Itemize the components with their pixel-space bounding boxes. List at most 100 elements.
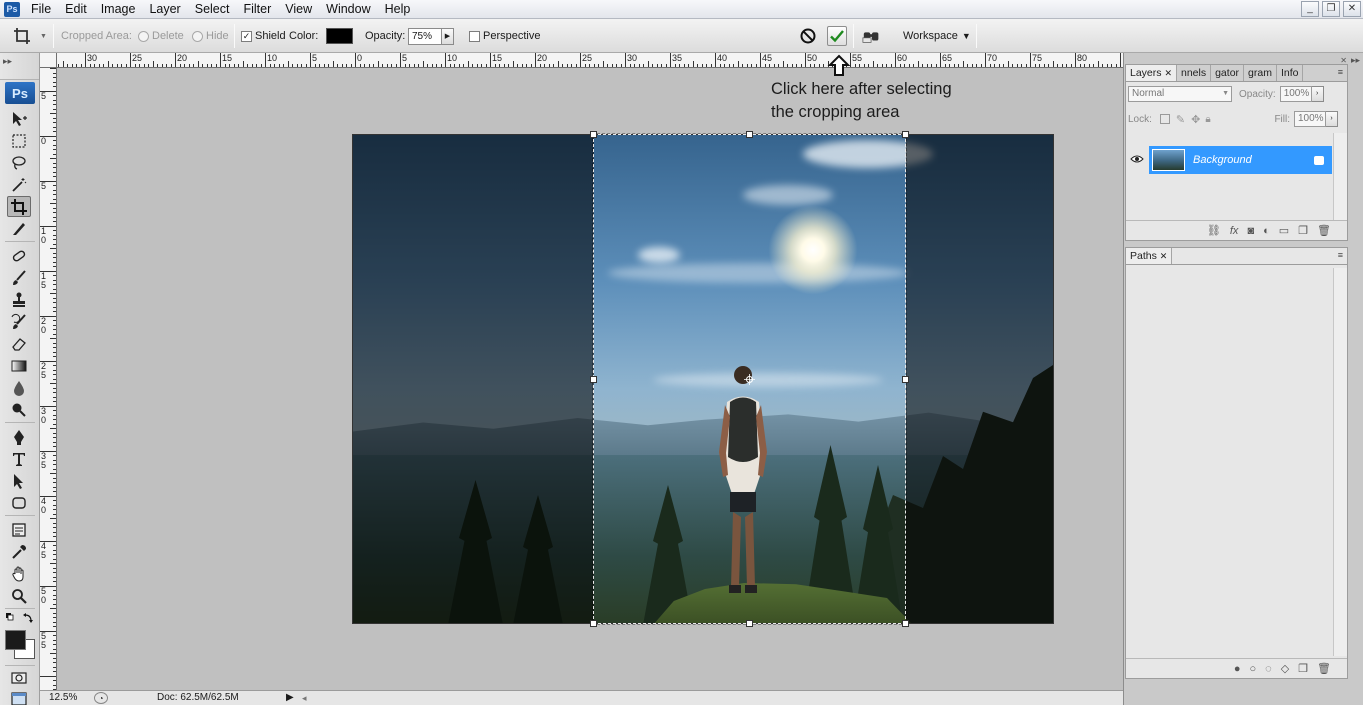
magic-wand-tool[interactable]: [7, 174, 31, 195]
screen-mode-button[interactable]: [7, 688, 31, 705]
workspace-menu[interactable]: Workspace ▼: [903, 19, 971, 53]
marquee-tool[interactable]: [7, 130, 31, 151]
crop-handle-top-left[interactable]: [590, 131, 597, 138]
clone-stamp-tool[interactable]: [7, 289, 31, 310]
move-tool[interactable]: [7, 108, 31, 129]
make-work-path-icon[interactable]: ◇: [1281, 662, 1289, 675]
trash-icon[interactable]: 🗑︎: [1317, 662, 1331, 675]
horizontal-ruler[interactable]: 30 25 20 15 10 5 0 5 10 15 20 25 30 35 40 45 50 55 60 65 70 7…: [40, 53, 1123, 68]
trash-icon[interactable]: 🗑︎: [1317, 224, 1331, 237]
blur-tool[interactable]: [7, 377, 31, 398]
stroke-path-icon[interactable]: ○: [1249, 663, 1256, 675]
menu-image[interactable]: Image: [94, 0, 143, 18]
pen-tool[interactable]: [7, 426, 31, 447]
ruler-origin[interactable]: [40, 53, 57, 68]
tab-layers[interactable]: Layers ✕: [1126, 65, 1177, 81]
opacity-slider-arrow-icon[interactable]: ▶: [442, 27, 454, 45]
history-brush-tool[interactable]: [7, 311, 31, 332]
restore-button[interactable]: ❐: [1322, 1, 1340, 17]
tab-histogram[interactable]: gram: [1244, 65, 1277, 81]
zoom-level[interactable]: 12.5%: [49, 692, 77, 704]
layer-opacity-input[interactable]: 100%: [1279, 86, 1312, 102]
default-swap-colors[interactable]: [5, 612, 35, 624]
slice-tool[interactable]: [7, 218, 31, 239]
layers-scrollbar[interactable]: [1333, 133, 1347, 221]
crop-tool[interactable]: [7, 196, 31, 217]
photoshop-app-icon[interactable]: Ps: [4, 1, 20, 17]
menu-help[interactable]: Help: [378, 0, 418, 18]
menu-view[interactable]: View: [278, 0, 319, 18]
new-layer-icon[interactable]: ❐: [1298, 224, 1308, 237]
notes-tool[interactable]: [7, 519, 31, 540]
crop-handle-top[interactable]: [746, 131, 753, 138]
new-path-icon[interactable]: ❐: [1298, 662, 1308, 675]
menu-select[interactable]: Select: [188, 0, 237, 18]
status-menu-arrow-icon[interactable]: ▶: [286, 692, 294, 704]
paths-scrollbar[interactable]: [1333, 268, 1347, 656]
close-icon[interactable]: ✕: [1160, 251, 1168, 261]
fill-path-icon[interactable]: ●: [1234, 663, 1241, 675]
opacity-input[interactable]: 75%: [408, 27, 442, 45]
lock-pixels-icon[interactable]: ✎: [1176, 113, 1185, 126]
menu-window[interactable]: Window: [319, 0, 377, 18]
tab-info[interactable]: Info: [1277, 65, 1304, 81]
commit-crop-button[interactable]: [827, 26, 847, 46]
crop-handle-left[interactable]: [590, 376, 597, 383]
new-group-folder-icon[interactable]: ▭: [1279, 224, 1289, 237]
toolbox-collapse-icon[interactable]: ▸▸: [0, 53, 39, 80]
crop-tool-preset-picker[interactable]: ▼: [12, 19, 47, 53]
link-layers-icon[interactable]: ⛓: [1207, 224, 1221, 237]
perspective-checkbox[interactable]: Perspective: [469, 19, 540, 53]
menu-edit[interactable]: Edit: [58, 0, 94, 18]
close-button[interactable]: ✕: [1343, 1, 1361, 17]
fill-input[interactable]: 100%: [1294, 111, 1326, 127]
menu-filter[interactable]: Filter: [236, 0, 278, 18]
lasso-tool[interactable]: [7, 152, 31, 173]
minimize-button[interactable]: _: [1301, 1, 1319, 17]
panel-menu-icon[interactable]: ≡: [1338, 250, 1343, 260]
hide-radio[interactable]: Hide: [192, 19, 229, 53]
crop-handle-bottom[interactable]: [746, 620, 753, 627]
type-tool[interactable]: [7, 448, 31, 469]
gradient-tool[interactable]: [7, 355, 31, 376]
layer-background[interactable]: Background: [1149, 146, 1332, 174]
vertical-ruler[interactable]: 5 0 5 10 15 20 25 30 35 40 45 50 55: [40, 68, 57, 690]
quick-mask-button[interactable]: [7, 667, 31, 688]
eyedropper-tool[interactable]: [7, 541, 31, 562]
crop-handle-right[interactable]: [902, 376, 909, 383]
adjustment-layer-icon[interactable]: ◐: [1263, 225, 1270, 237]
zoom-tool[interactable]: [7, 585, 31, 606]
lock-position-icon[interactable]: ✥: [1191, 113, 1200, 126]
cancel-crop-button[interactable]: [798, 26, 818, 46]
add-mask-icon[interactable]: ◙: [1247, 225, 1254, 237]
crop-handle-bottom-right[interactable]: [902, 620, 909, 627]
tab-navigator[interactable]: gator: [1211, 65, 1245, 81]
shield-color-swatch[interactable]: [326, 19, 353, 53]
lock-all-icon[interactable]: 🔒︎: [1205, 114, 1210, 125]
crop-handle-top-right[interactable]: [902, 131, 909, 138]
foreground-color-swatch[interactable]: [5, 630, 26, 650]
layer-opacity-arrow-icon[interactable]: ›: [1311, 86, 1324, 102]
tab-paths[interactable]: Paths ✕: [1126, 248, 1173, 264]
lock-transparency-icon[interactable]: [1159, 114, 1170, 124]
fx-icon[interactable]: fx: [1230, 225, 1239, 237]
crop-center-point-icon[interactable]: [744, 374, 755, 385]
bridge-button[interactable]: [862, 26, 882, 46]
panel-menu-icon[interactable]: ≡: [1338, 67, 1343, 77]
scroll-left-icon[interactable]: ◂: [302, 692, 307, 704]
blend-mode-select[interactable]: Normal ▼: [1128, 86, 1232, 102]
fill-arrow-icon[interactable]: ›: [1326, 111, 1338, 127]
path-selection-tool[interactable]: [7, 470, 31, 491]
shape-tool[interactable]: [7, 492, 31, 513]
brush-tool[interactable]: [7, 267, 31, 288]
hand-tool[interactable]: [7, 563, 31, 584]
status-info-icon[interactable]: ◔: [94, 692, 108, 704]
eraser-tool[interactable]: [7, 333, 31, 354]
delete-radio[interactable]: Delete: [138, 19, 184, 53]
load-selection-icon[interactable]: ◌: [1265, 663, 1272, 675]
dodge-tool[interactable]: [7, 399, 31, 420]
close-icon[interactable]: ✕: [1164, 68, 1172, 78]
crop-handle-bottom-left[interactable]: [590, 620, 597, 627]
menu-file[interactable]: File: [24, 0, 58, 18]
shield-checkbox[interactable]: ✓ Shield: [241, 19, 286, 53]
